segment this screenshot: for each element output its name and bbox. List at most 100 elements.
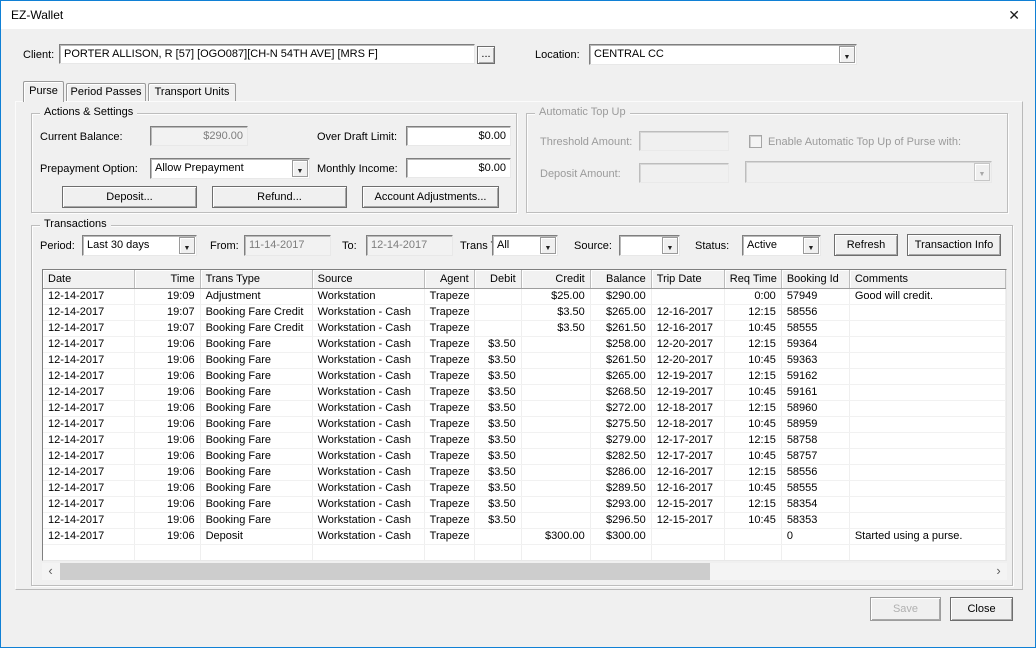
table-cell[interactable] <box>724 528 781 544</box>
table-cell[interactable]: 19:06 <box>134 336 200 352</box>
table-cell[interactable]: $272.00 <box>590 400 651 416</box>
refresh-button[interactable]: Refresh <box>834 234 898 256</box>
table-cell[interactable]: Started using a purse. <box>849 528 1005 544</box>
table-cell[interactable]: Trapeze <box>424 336 474 352</box>
table-cell[interactable]: 19:06 <box>134 464 200 480</box>
source-dropdown-button[interactable]: ▼ <box>662 237 678 254</box>
table-row[interactable]: 12-14-201719:06Booking FareWorkstation -… <box>43 512 1006 528</box>
table-cell[interactable]: Trapeze <box>424 480 474 496</box>
table-cell[interactable]: 58556 <box>781 304 849 320</box>
table-cell[interactable]: 19:06 <box>134 528 200 544</box>
table-cell[interactable]: $300.00 <box>590 528 651 544</box>
table-cell[interactable]: $3.50 <box>474 416 521 432</box>
table-cell[interactable]: $3.50 <box>474 496 521 512</box>
table-cell[interactable]: 12:15 <box>724 400 781 416</box>
table-cell[interactable] <box>521 448 590 464</box>
table-cell[interactable]: 12-14-2017 <box>43 496 134 512</box>
table-cell[interactable] <box>521 432 590 448</box>
table-cell[interactable] <box>474 528 521 544</box>
table-cell[interactable]: Booking Fare Credit <box>200 304 312 320</box>
table-cell[interactable]: 12-18-2017 <box>651 416 724 432</box>
table-cell[interactable]: 12-14-2017 <box>43 288 134 304</box>
table-cell[interactable]: Booking Fare <box>200 336 312 352</box>
refund-button[interactable]: Refund... <box>212 186 347 208</box>
prepayment-dropdown-button[interactable]: ▼ <box>292 160 308 177</box>
table-cell[interactable] <box>651 288 724 304</box>
prepayment-select[interactable]: Allow Prepayment ▼ <box>150 158 310 179</box>
table-cell[interactable]: $3.50 <box>474 352 521 368</box>
table-cell[interactable] <box>521 512 590 528</box>
table-cell[interactable]: $265.00 <box>590 368 651 384</box>
table-cell[interactable]: 58758 <box>781 432 849 448</box>
table-cell[interactable]: $275.50 <box>590 416 651 432</box>
table-row[interactable]: 12-14-201719:07Booking Fare CreditWorkst… <box>43 304 1006 320</box>
table-cell[interactable]: Good will credit. <box>849 288 1005 304</box>
column-header-trip-date[interactable]: Trip Date <box>651 270 724 288</box>
table-cell[interactable]: 12-14-2017 <box>43 464 134 480</box>
table-cell[interactable]: 58354 <box>781 496 849 512</box>
column-header-booking-id[interactable]: Booking Id <box>781 270 849 288</box>
table-cell[interactable]: Workstation - Cash <box>312 352 424 368</box>
table-cell[interactable]: $25.00 <box>521 288 590 304</box>
table-cell[interactable]: 12-19-2017 <box>651 384 724 400</box>
overdraft-field[interactable]: $0.00 <box>406 126 511 146</box>
table-row[interactable]: 12-14-201719:06Booking FareWorkstation -… <box>43 352 1006 368</box>
table-cell[interactable]: $279.00 <box>590 432 651 448</box>
table-cell[interactable]: Booking Fare <box>200 400 312 416</box>
table-cell[interactable] <box>521 384 590 400</box>
table-cell[interactable]: Workstation - Cash <box>312 528 424 544</box>
table-cell[interactable]: Booking Fare <box>200 496 312 512</box>
table-cell[interactable]: 12-14-2017 <box>43 368 134 384</box>
table-cell[interactable]: 58556 <box>781 464 849 480</box>
table-cell[interactable]: 12-14-2017 <box>43 512 134 528</box>
table-cell[interactable] <box>849 464 1005 480</box>
table-cell[interactable] <box>521 368 590 384</box>
table-cell[interactable]: Trapeze <box>424 384 474 400</box>
table-cell[interactable]: 19:06 <box>134 400 200 416</box>
table-cell[interactable]: 58757 <box>781 448 849 464</box>
column-header-credit[interactable]: Credit <box>521 270 590 288</box>
table-cell[interactable] <box>474 320 521 336</box>
column-header-source[interactable]: Source <box>312 270 424 288</box>
table-row[interactable]: 12-14-201719:06Booking FareWorkstation -… <box>43 464 1006 480</box>
table-cell[interactable]: 12-15-2017 <box>651 496 724 512</box>
table-row[interactable]: 12-14-201719:06Booking FareWorkstation -… <box>43 416 1006 432</box>
table-cell[interactable]: Booking Fare <box>200 368 312 384</box>
table-cell[interactable]: 12:15 <box>724 496 781 512</box>
table-row[interactable]: 12-14-201719:06Booking FareWorkstation -… <box>43 448 1006 464</box>
table-cell[interactable]: 12-14-2017 <box>43 416 134 432</box>
table-cell[interactable]: $268.50 <box>590 384 651 400</box>
table-cell[interactable]: 12-16-2017 <box>651 464 724 480</box>
table-cell[interactable]: 59162 <box>781 368 849 384</box>
table-cell[interactable]: 12-15-2017 <box>651 512 724 528</box>
table-cell[interactable]: $261.50 <box>590 320 651 336</box>
column-header-req-time[interactable]: Req Time <box>724 270 781 288</box>
table-cell[interactable] <box>849 432 1005 448</box>
table-cell[interactable]: $3.50 <box>521 304 590 320</box>
close-icon[interactable]: ✕ <box>1008 7 1020 24</box>
location-select[interactable]: CENTRAL CC ▼ <box>589 44 857 65</box>
table-cell[interactable]: Booking Fare <box>200 416 312 432</box>
table-cell[interactable]: 12-14-2017 <box>43 336 134 352</box>
table-cell[interactable]: 12:15 <box>724 336 781 352</box>
table-cell[interactable]: 19:06 <box>134 512 200 528</box>
table-cell[interactable]: Booking Fare <box>200 448 312 464</box>
table-cell[interactable]: Booking Fare <box>200 464 312 480</box>
table-cell[interactable]: Trapeze <box>424 432 474 448</box>
column-header-agent[interactable]: Agent <box>424 270 474 288</box>
table-cell[interactable] <box>474 304 521 320</box>
close-button[interactable]: Close <box>950 597 1013 621</box>
table-cell[interactable]: 12-16-2017 <box>651 320 724 336</box>
table-cell[interactable]: 12-16-2017 <box>651 304 724 320</box>
table-cell[interactable]: 19:06 <box>134 416 200 432</box>
table-cell[interactable]: 58960 <box>781 400 849 416</box>
table-row[interactable]: 12-14-201719:06Booking FareWorkstation -… <box>43 384 1006 400</box>
monthly-income-field[interactable]: $0.00 <box>406 158 511 178</box>
table-cell[interactable]: 58555 <box>781 480 849 496</box>
table-cell[interactable]: Trapeze <box>424 496 474 512</box>
table-cell[interactable]: Trapeze <box>424 304 474 320</box>
table-cell[interactable] <box>849 304 1005 320</box>
column-header-trans-type[interactable]: Trans Type <box>200 270 312 288</box>
table-cell[interactable]: 12-17-2017 <box>651 432 724 448</box>
table-cell[interactable]: 10:45 <box>724 416 781 432</box>
